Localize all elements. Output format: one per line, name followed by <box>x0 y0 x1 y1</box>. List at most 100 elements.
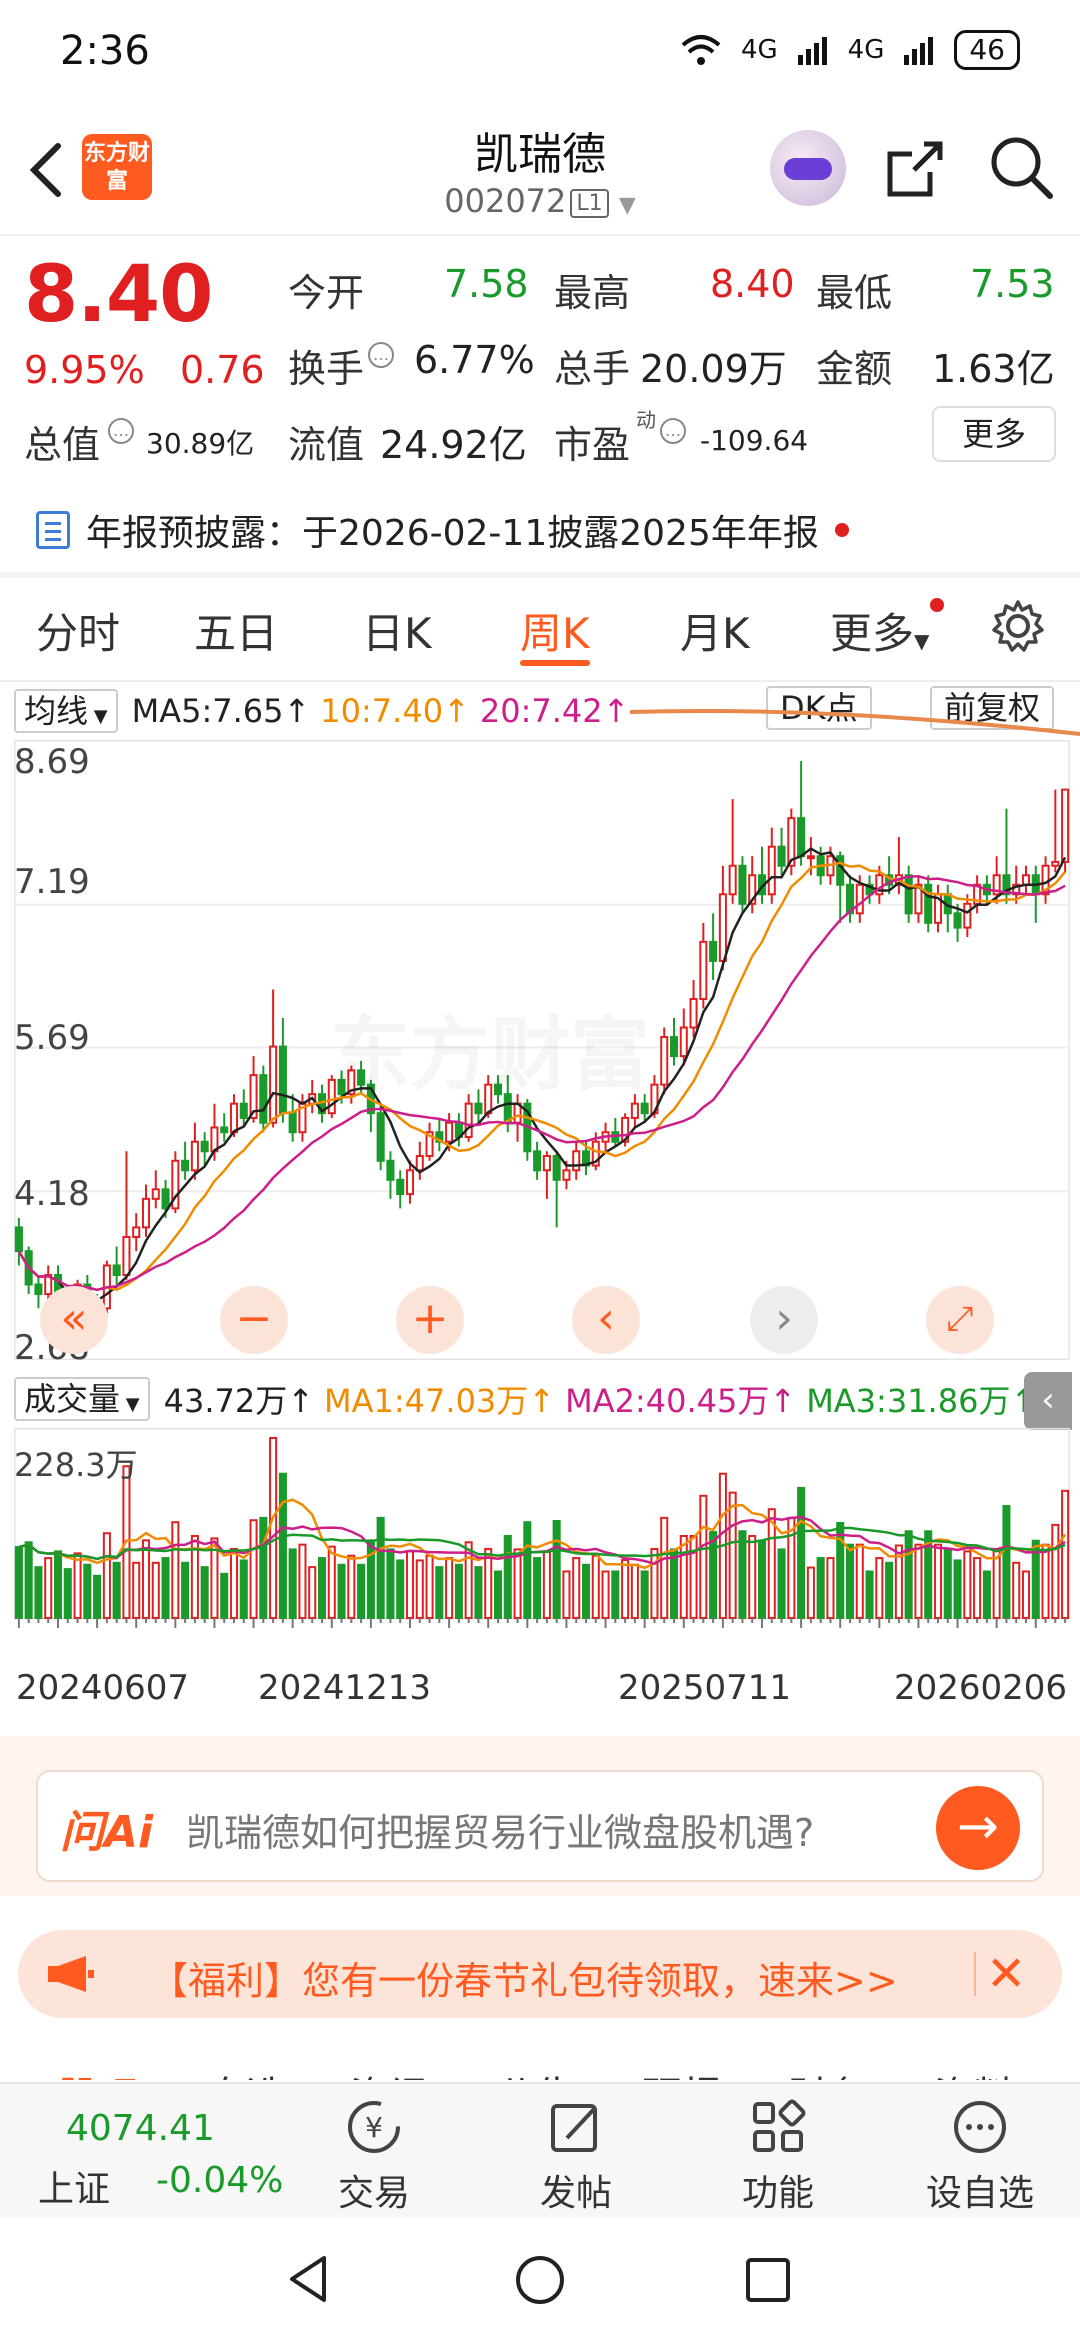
tab-announce[interactable]: 公告 <box>496 2064 576 2080</box>
trade-button[interactable]: ¥ 交易 <box>304 2090 444 2216</box>
volume-bar <box>797 1486 806 1619</box>
volume-bar <box>239 1559 248 1619</box>
x-date-label: 20240607 <box>16 1668 190 1708</box>
volume-bar <box>298 1543 307 1619</box>
tab-daily-k[interactable]: 日K <box>362 600 432 661</box>
fullscreen-icon[interactable]: ⤢ <box>926 1286 994 1354</box>
candle-body <box>405 1169 415 1196</box>
zoom-in-icon[interactable]: + <box>396 1286 464 1354</box>
volume-bar <box>102 1532 111 1619</box>
back-triangle-icon[interactable] <box>284 2254 334 2304</box>
info-icon[interactable]: … <box>108 418 134 444</box>
candle-body <box>669 1036 679 1058</box>
function-button[interactable]: 功能 <box>708 2090 848 2216</box>
scroll-left-icon[interactable]: ‹ <box>572 1286 640 1354</box>
recents-square-icon[interactable] <box>744 2256 792 2304</box>
volume-bar <box>757 1539 767 1619</box>
volume-bar <box>63 1568 72 1620</box>
tab-more-label: 更多 <box>830 609 915 658</box>
candle-body <box>151 1188 160 1200</box>
annual-report-notice[interactable]: 年报预披露： 于2026-02-11披露2025年年报 <box>36 504 849 556</box>
tab-finance[interactable]: 财务 <box>788 2064 868 2080</box>
ma5-value: MA5:7.65↑ <box>131 692 311 730</box>
volume-value: 20.09万 <box>640 347 787 391</box>
zoom-out-icon[interactable]: − <box>220 1286 288 1354</box>
tab-research[interactable]: 研报 <box>642 2064 722 2080</box>
ma10-value: 10:7.40↑ <box>320 692 470 730</box>
pe-superscript: 动 <box>636 408 656 432</box>
volume-bar <box>1051 1523 1060 1619</box>
candle-body <box>445 1121 454 1143</box>
signal-icon <box>904 37 934 65</box>
volume-bar <box>728 1491 737 1619</box>
volume-bar <box>552 1520 561 1619</box>
scroll-left-start-icon[interactable]: « <box>40 1286 108 1354</box>
add-watchlist-button[interactable]: 设自选 <box>910 2090 1050 2216</box>
volume-bar <box>640 1570 649 1619</box>
volume-bar <box>669 1548 679 1619</box>
low-value: 7.53 <box>970 262 1055 306</box>
index-percent[interactable]: -0.04% <box>156 2160 283 2201</box>
tab-self[interactable]: 自选 <box>206 2064 286 2080</box>
search-icon[interactable] <box>988 134 1054 200</box>
ai-prompt-text[interactable]: 凯瑞德如何把握贸易行业微盘股机遇? <box>186 1802 814 1857</box>
tab-more[interactable]: 更多▼ <box>830 600 929 661</box>
volume-bar <box>709 1531 718 1619</box>
info-icon[interactable]: … <box>660 418 686 444</box>
volume-bar <box>415 1559 424 1619</box>
volume-bar <box>777 1548 786 1619</box>
indicator-select[interactable]: 均线 ▼ <box>14 689 118 733</box>
divider <box>0 680 1080 682</box>
volume-bar <box>1012 1561 1021 1620</box>
notice-dot <box>930 598 944 612</box>
ai-robot-icon[interactable] <box>770 130 846 206</box>
volume-bar <box>454 1563 463 1619</box>
grid-icon <box>753 2099 806 2152</box>
tab-news[interactable]: 资讯 <box>350 2064 430 2080</box>
volume-bar <box>425 1554 434 1619</box>
volume-bar <box>14 1546 23 1619</box>
candle-body <box>777 845 786 867</box>
volume-bar <box>943 1548 952 1619</box>
candle-body <box>122 1235 131 1276</box>
tab-monthly-k[interactable]: 月K <box>680 600 750 661</box>
candle-body <box>806 855 815 860</box>
volume-bar <box>141 1539 151 1619</box>
home-circle-icon[interactable] <box>514 2254 566 2306</box>
share-icon[interactable] <box>884 138 946 200</box>
tab-profile[interactable]: 资料 <box>934 2064 1014 2080</box>
stock-code-value: 002072 <box>444 182 567 220</box>
scroll-right-icon[interactable]: › <box>750 1286 818 1354</box>
gear-icon[interactable] <box>990 598 1046 654</box>
tab-guba[interactable]: 股吧 <box>58 2064 138 2080</box>
more-button[interactable]: 更多 <box>932 406 1056 462</box>
tab-intraday[interactable]: 分时 <box>36 600 120 661</box>
volume-chart[interactable] <box>14 1428 1070 1650</box>
arrow-right-icon[interactable]: → <box>936 1786 1020 1870</box>
change-amount: 0.76 <box>180 348 265 392</box>
candle-body <box>660 1036 669 1086</box>
candle-body <box>855 883 864 915</box>
collapse-panel-icon[interactable]: ‹ <box>1024 1372 1072 1430</box>
tab-weekly-k[interactable]: 周K <box>520 600 590 661</box>
volume-bar <box>836 1521 845 1619</box>
candle-body <box>200 1140 209 1153</box>
volume-select[interactable]: 成交量 ▼ <box>14 1377 150 1421</box>
index-name[interactable]: 上证 <box>38 2160 110 2212</box>
close-icon[interactable]: ✕ <box>986 1946 1026 2002</box>
post-button[interactable]: 发帖 <box>506 2090 646 2216</box>
volume-bar <box>220 1572 229 1619</box>
candle-body <box>415 1155 424 1172</box>
volume-bar <box>337 1563 346 1619</box>
index-value[interactable]: 4074.41 <box>66 2108 215 2149</box>
volume-bar <box>1002 1505 1011 1619</box>
volume-bar <box>357 1563 366 1619</box>
megaphone-icon <box>48 1956 94 1992</box>
promo-text[interactable]: 【福利】您有一份春节礼包待领取，速来>> <box>150 1950 898 2005</box>
status-icons: 4G 4G 46 <box>679 30 1020 70</box>
volume-bar <box>806 1566 815 1620</box>
volume-bar <box>24 1541 33 1619</box>
info-icon[interactable]: … <box>368 342 394 368</box>
tab-five-day[interactable]: 五日 <box>194 600 278 661</box>
amount-label: 金额 <box>816 347 893 391</box>
